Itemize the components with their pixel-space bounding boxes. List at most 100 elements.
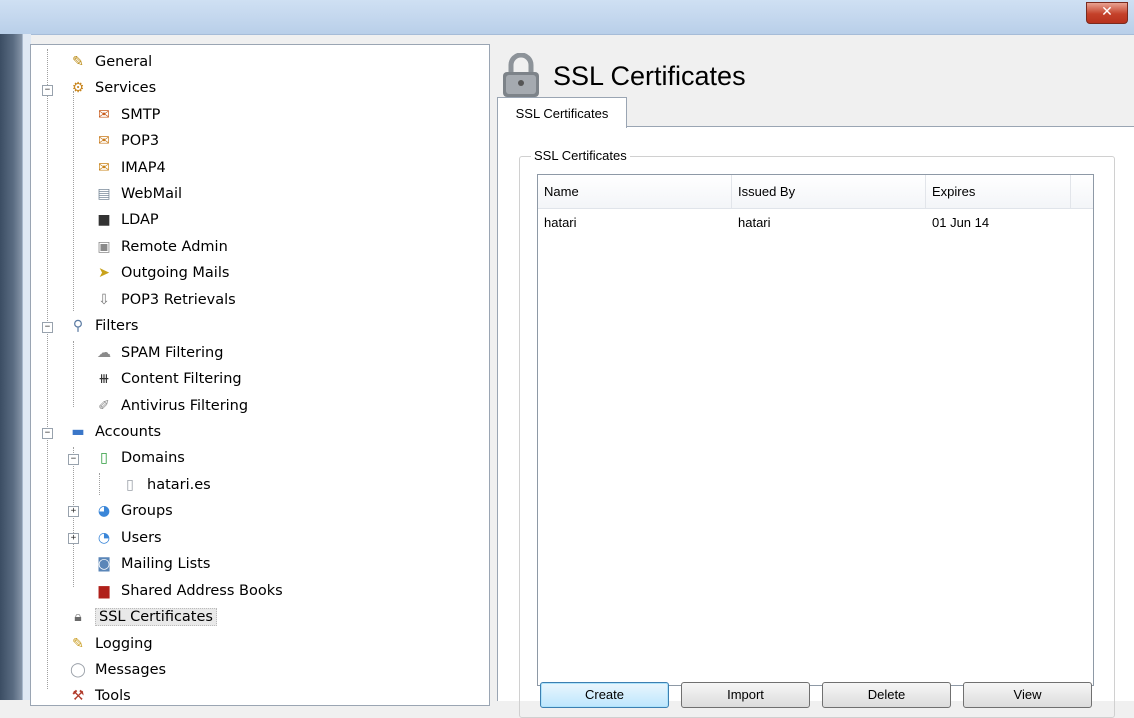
tree-item-label: Shared Address Books xyxy=(121,583,283,599)
users-icon: ◔ xyxy=(97,530,111,546)
tree-item-accounts[interactable]: ▬ Accounts xyxy=(67,419,161,445)
tree-connector xyxy=(47,49,48,689)
view-button[interactable]: View xyxy=(963,682,1092,708)
tree-item-label: Antivirus Filtering xyxy=(121,398,249,414)
tree-connector xyxy=(99,473,100,495)
tree-item-general[interactable]: ✎ General xyxy=(67,49,152,75)
tree-item-label: POP3 xyxy=(121,133,160,149)
cell-expires: 01 Jun 14 xyxy=(932,215,990,230)
tree-item-imap4[interactable]: ✉ IMAP4 xyxy=(93,155,166,181)
expander-groups[interactable]: + xyxy=(68,506,79,517)
tree-item-label: Outgoing Mails xyxy=(121,265,230,281)
tree-item-label: Groups xyxy=(121,503,173,519)
pop3-icon: ✉ xyxy=(98,133,110,149)
column-header-issued-by[interactable]: Issued By xyxy=(732,175,926,208)
cell-issued-by: hatari xyxy=(738,215,771,230)
tree-item-remote-admin[interactable]: ▣ Remote Admin xyxy=(93,234,228,260)
outgoing-mail-icon: ➤ xyxy=(98,265,110,281)
tree-item-label: Messages xyxy=(95,662,167,678)
imap4-icon: ✉ xyxy=(98,160,110,176)
page-title: SSL Certificates xyxy=(553,60,746,91)
tree-item-label: Content Filtering xyxy=(121,371,242,387)
tree-item-tools[interactable]: ⚒ Tools xyxy=(67,683,131,709)
tree-item-label: SSL Certificates xyxy=(95,608,217,626)
tree-item-pop3[interactable]: ✉ POP3 xyxy=(93,128,159,154)
tree-connector xyxy=(73,447,74,587)
tree-item-label: POP3 Retrievals xyxy=(121,292,236,308)
tree-item-webmail[interactable]: ▤ WebMail xyxy=(93,181,182,207)
tree-item-logging[interactable]: ✎ Logging xyxy=(67,631,153,657)
tree-connector xyxy=(73,341,74,407)
tree-item-label: Logging xyxy=(95,636,153,652)
tree-item-label: IMAP4 xyxy=(121,160,166,176)
messages-icon: ◯ xyxy=(70,662,86,678)
tree-item-label: LDAP xyxy=(121,212,159,228)
expander-users[interactable]: + xyxy=(68,533,79,544)
tree-item-groups[interactable]: ◕ Groups xyxy=(93,498,173,524)
tab-ssl-certificates[interactable]: SSL Certificates xyxy=(497,97,627,128)
remote-admin-icon: ▣ xyxy=(97,239,111,255)
tools-icon: ⚒ xyxy=(71,688,85,704)
import-button[interactable]: Import xyxy=(681,682,810,708)
expander-domains[interactable]: − xyxy=(68,454,79,465)
tree-connector xyxy=(73,91,74,311)
tree-item-spam-filtering[interactable]: ☁ SPAM Filtering xyxy=(93,340,223,366)
filters-icon: ⚲ xyxy=(72,318,84,334)
window-close-button[interactable]: ✕ xyxy=(1086,2,1128,24)
tree-item-label: Remote Admin xyxy=(121,239,228,255)
padlock-icon: 🔒︎ xyxy=(74,609,82,625)
delete-button[interactable]: Delete xyxy=(822,682,951,708)
tree-item-label: Mailing Lists xyxy=(121,556,211,572)
tree-item-antivirus-filtering[interactable]: ✐ Antivirus Filtering xyxy=(93,393,248,419)
tree-item-label: hatari.es xyxy=(147,477,211,493)
tree-item-pop3-retrievals[interactable]: ⇩ POP3 Retrievals xyxy=(93,287,236,313)
tree-item-filters[interactable]: ⚲ Filters xyxy=(67,313,139,339)
content-filter-icon: ⧻ xyxy=(98,371,110,387)
webmail-icon: ▤ xyxy=(97,186,111,202)
ldap-icon: ■ xyxy=(97,212,111,228)
column-header-name[interactable]: Name xyxy=(538,175,732,208)
tree-item-ldap[interactable]: ■ LDAP xyxy=(93,207,159,233)
certificate-list[interactable]: Name Issued By Expires hatari hatari 01 … xyxy=(537,174,1094,686)
list-header-filler xyxy=(1070,175,1093,208)
tree-item-label: Filters xyxy=(95,318,139,334)
list-header: Name Issued By Expires xyxy=(538,175,1093,209)
groupbox-label: SSL Certificates xyxy=(531,148,630,163)
column-header-expires[interactable]: Expires xyxy=(926,175,1071,208)
tree-item-mailing-lists[interactable]: ◙ Mailing Lists xyxy=(93,551,210,577)
domain-icon: ▯ xyxy=(126,477,134,493)
window-title-bar: ✕ xyxy=(0,0,1134,35)
tree-item-ssl-certificates[interactable]: 🔒︎ SSL Certificates xyxy=(67,604,217,630)
tree-item-services[interactable]: ⚙ Services xyxy=(67,75,156,101)
wrench-icon: ✎ xyxy=(72,54,84,70)
tree-item-outgoing-mails[interactable]: ➤ Outgoing Mails xyxy=(93,260,229,286)
expander-services[interactable]: − xyxy=(42,85,53,96)
mailing-lists-icon: ◙ xyxy=(97,556,111,572)
create-button[interactable]: Create xyxy=(540,682,669,708)
table-row[interactable]: hatari hatari 01 Jun 14 xyxy=(538,212,1093,234)
tree-item-label: WebMail xyxy=(121,186,183,202)
tree-item-label: Services xyxy=(95,80,157,96)
expander-accounts[interactable]: − xyxy=(42,428,53,439)
tree-item-smtp[interactable]: ✉ SMTP xyxy=(93,102,160,128)
address-book-icon: ▆ xyxy=(98,583,110,599)
tree-item-shared-address-books[interactable]: ▆ Shared Address Books xyxy=(93,578,283,604)
padlock-icon xyxy=(503,53,539,97)
tree-item-messages[interactable]: ◯ Messages xyxy=(67,657,166,683)
smtp-icon: ✉ xyxy=(98,107,110,123)
tree-item-label: Tools xyxy=(95,688,131,704)
tree-item-content-filtering[interactable]: ⧻ Content Filtering xyxy=(93,366,242,392)
spam-icon: ☁ xyxy=(97,345,111,361)
tree-item-hatari-es[interactable]: ▯ hatari.es xyxy=(119,472,211,498)
desktop-background-strip xyxy=(0,34,22,700)
services-icon: ⚙ xyxy=(71,80,85,96)
tree-item-label: Accounts xyxy=(95,424,162,440)
navigation-tree[interactable]: − − − − + + ✎ General ⚙ Services ✉ SMTP ✉ PO… xyxy=(30,44,490,706)
domains-icon: ▯ xyxy=(100,450,108,466)
logging-icon: ✎ xyxy=(72,636,84,652)
antivirus-icon: ✐ xyxy=(98,398,110,414)
tree-item-domains[interactable]: ▯ Domains xyxy=(93,445,185,471)
tree-item-users[interactable]: ◔ Users xyxy=(93,525,162,551)
folder-icon: ▬ xyxy=(71,424,85,440)
expander-filters[interactable]: − xyxy=(42,322,53,333)
